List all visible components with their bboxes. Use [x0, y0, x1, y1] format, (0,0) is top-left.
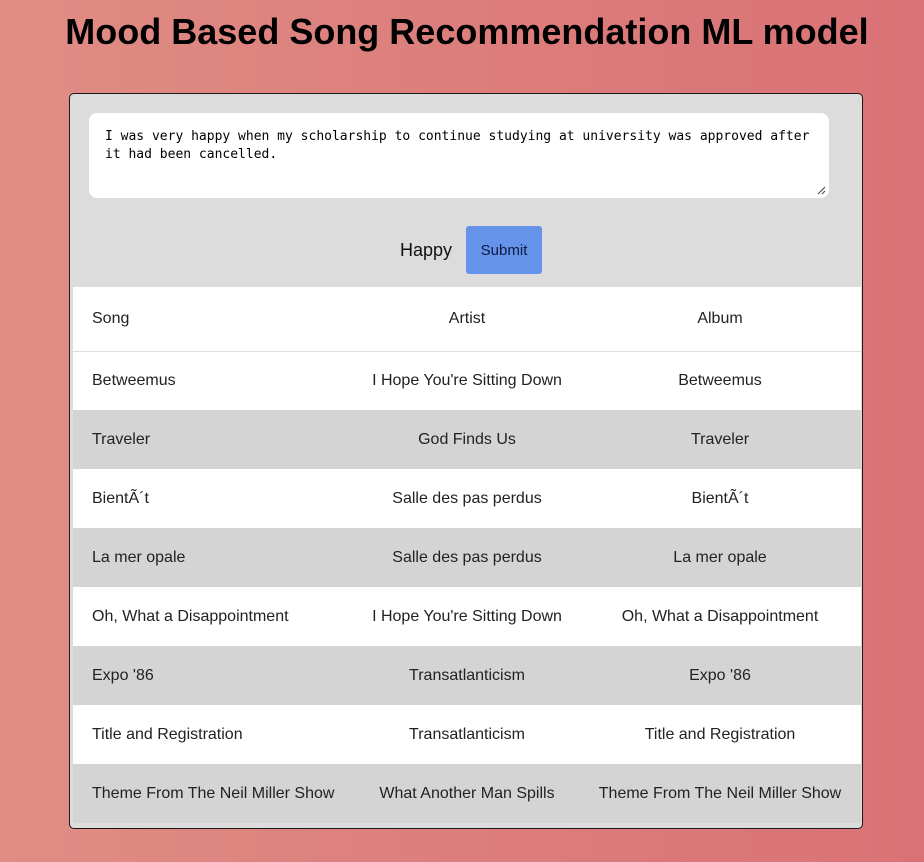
- album-cell: Traveler: [690, 430, 750, 448]
- album-cell: Title and Registration: [644, 725, 796, 743]
- table-row: Theme From The Neil Miller Show What Ano…: [73, 764, 861, 823]
- album-cell: BientÃ´t: [691, 489, 749, 507]
- song-cell: Title and Registration: [92, 725, 243, 743]
- artist-cell: I Hope You're Sitting Down: [372, 607, 562, 625]
- controls-row: Happy Submit: [70, 226, 862, 274]
- mood-input-wrapper: I was very happy when my scholarship to …: [89, 113, 829, 198]
- album-cell: Oh, What a Disappointment: [621, 607, 819, 625]
- artist-cell: Salle des pas perdus: [392, 548, 542, 566]
- song-cell: Expo '86: [92, 666, 154, 684]
- album-cell: Theme From The Neil Miller Show: [598, 784, 842, 802]
- recommendation-card: I was very happy when my scholarship to …: [69, 93, 863, 829]
- table-row: Traveler God Finds Us Traveler: [73, 410, 861, 469]
- song-cell: La mer opale: [92, 548, 186, 566]
- table-row: Title and Registration Transatlanticism …: [73, 705, 861, 764]
- table-row: La mer opale Salle des pas perdus La mer…: [73, 528, 861, 587]
- artist-cell: Salle des pas perdus: [392, 489, 542, 507]
- song-cell: BientÃ´t: [92, 489, 149, 507]
- song-cell: Betweemus: [92, 371, 176, 389]
- song-cell: Oh, What a Disappointment: [92, 607, 289, 625]
- artist-cell: God Finds Us: [418, 430, 516, 448]
- table-row: Expo '86 Transatlanticism Expo '86: [73, 646, 861, 705]
- header-album: Album: [579, 287, 861, 352]
- song-cell: Traveler: [92, 430, 151, 448]
- album-cell: La mer opale: [673, 548, 767, 566]
- table-header-row: Song Artist Album: [73, 287, 861, 352]
- predicted-mood-label: Happy: [399, 239, 453, 260]
- artist-cell: Transatlanticism: [409, 666, 525, 684]
- header-artist: Artist: [355, 287, 579, 352]
- album-cell: Expo '86: [689, 666, 751, 684]
- resize-handle-icon[interactable]: [816, 185, 826, 195]
- mood-text-input[interactable]: I was very happy when my scholarship to …: [89, 113, 829, 198]
- submit-button[interactable]: Submit: [466, 226, 543, 274]
- page-title: Mood Based Song Recommendation ML model: [65, 11, 869, 52]
- artist-cell: Transatlanticism: [409, 725, 525, 743]
- recommendations-table: Song Artist Album Betweemus I Hope You'r…: [73, 287, 861, 823]
- table-row: Oh, What a Disappointment I Hope You're …: [73, 587, 861, 646]
- album-cell: Betweemus: [678, 371, 762, 389]
- artist-cell: What Another Man Spills: [379, 784, 555, 802]
- artist-cell: I Hope You're Sitting Down: [372, 371, 562, 389]
- song-cell: Theme From The Neil Miller Show: [92, 784, 335, 802]
- header-song: Song: [73, 287, 355, 352]
- table-row: BientÃ´t Salle des pas perdus BientÃ´t: [73, 469, 861, 528]
- table-row: Betweemus I Hope You're Sitting Down Bet…: [73, 351, 861, 410]
